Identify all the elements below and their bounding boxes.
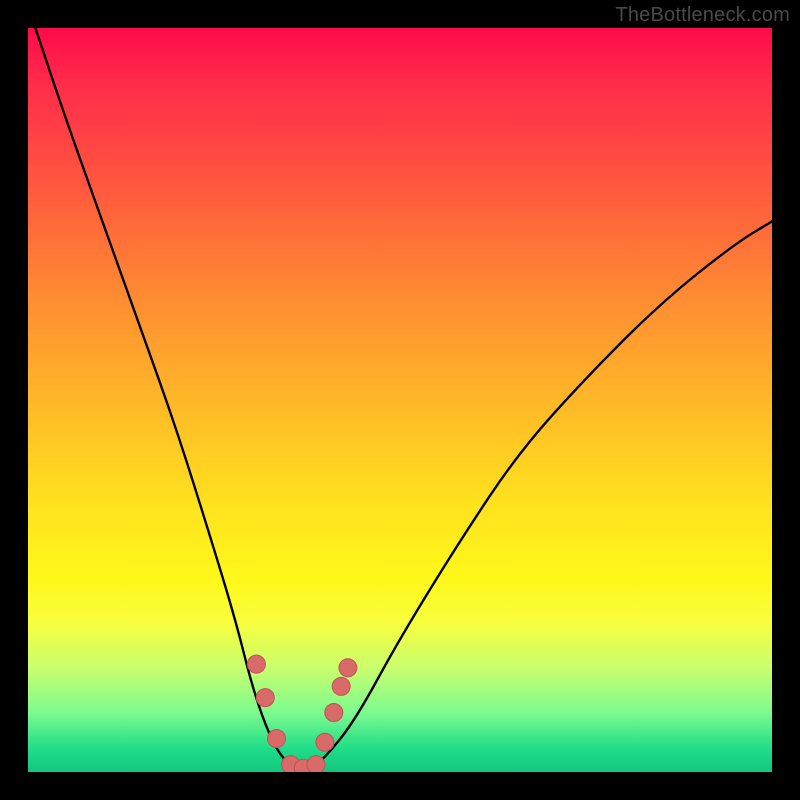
chart-frame: TheBottleneck.com [0, 0, 800, 800]
sample-markers [247, 655, 357, 772]
sample-marker [325, 704, 343, 722]
chart-svg [28, 28, 772, 772]
sample-marker [339, 659, 357, 677]
watermark-text: TheBottleneck.com [615, 4, 790, 27]
sample-marker [332, 677, 350, 695]
bottleneck-curve [35, 28, 772, 768]
sample-marker [268, 730, 286, 748]
sample-marker [316, 733, 334, 751]
sample-marker [247, 655, 265, 673]
sample-marker [307, 756, 325, 772]
sample-marker [256, 689, 274, 707]
plot-area [28, 28, 772, 772]
